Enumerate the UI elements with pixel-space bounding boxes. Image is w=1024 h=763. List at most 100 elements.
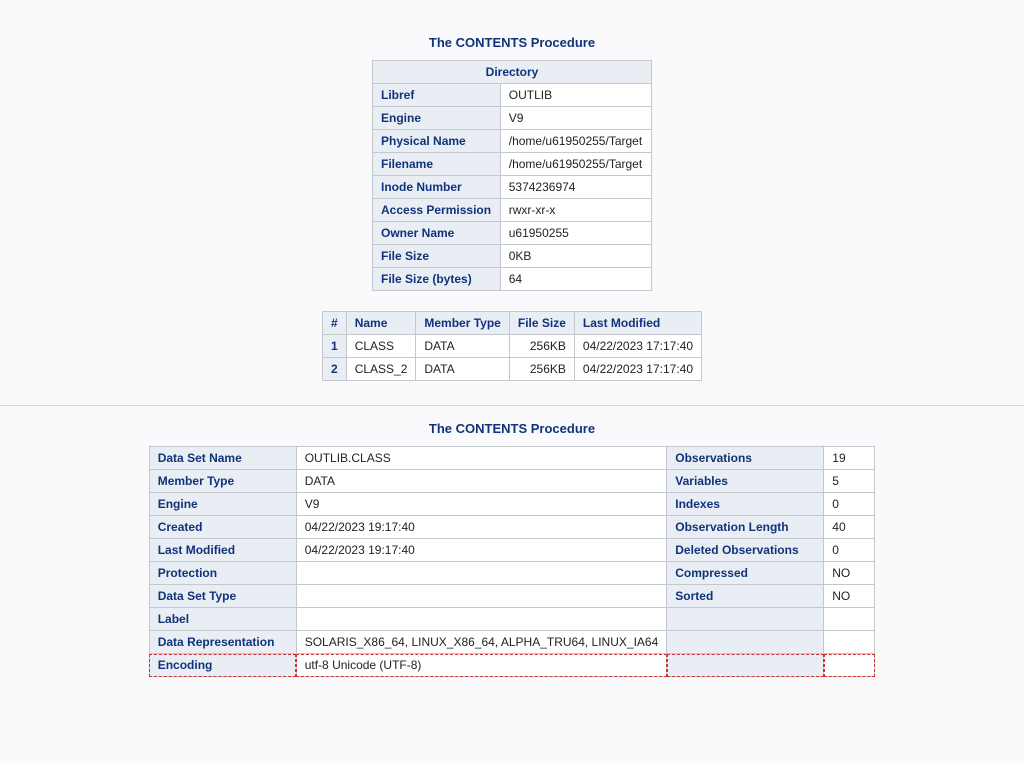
details-label-right: Sorted	[667, 585, 824, 608]
details-label-right: Indexes	[667, 493, 824, 516]
members-idx: 1	[323, 335, 347, 358]
members-table: # Name Member Type File Size Last Modifi…	[322, 311, 702, 381]
directory-row: File Size0KB	[373, 245, 652, 268]
directory-value: OUTLIB	[500, 84, 651, 107]
directory-row: LibrefOUTLIB	[373, 84, 652, 107]
directory-value: /home/u61950255/Target	[500, 153, 651, 176]
details-value-left: DATA	[296, 470, 667, 493]
details-label-left: Data Set Name	[149, 447, 296, 470]
details-value-left: 04/22/2023 19:17:40	[296, 516, 667, 539]
details-value-right: 0	[824, 539, 875, 562]
details-label-left: Created	[149, 516, 296, 539]
members-size: 256KB	[509, 335, 574, 358]
details-value-left: V9	[296, 493, 667, 516]
details-row: Created04/22/2023 19:17:40Observation Le…	[149, 516, 875, 539]
directory-label: File Size	[373, 245, 501, 268]
details-label-right	[667, 608, 824, 631]
col-idx: #	[323, 312, 347, 335]
directory-row: Filename/home/u61950255/Target	[373, 153, 652, 176]
details-label-right: Deleted Observations	[667, 539, 824, 562]
details-value-left: 04/22/2023 19:17:40	[296, 539, 667, 562]
members-modified: 04/22/2023 17:17:40	[574, 358, 701, 381]
section-divider	[0, 405, 1024, 406]
directory-label: Physical Name	[373, 130, 501, 153]
details-value-left	[296, 562, 667, 585]
details-label-left: Data Set Type	[149, 585, 296, 608]
members-modified: 04/22/2023 17:17:40	[574, 335, 701, 358]
directory-row: Inode Number5374236974	[373, 176, 652, 199]
details-row: EngineV9Indexes0	[149, 493, 875, 516]
page: The CONTENTS Procedure Directory LibrefO…	[0, 0, 1024, 727]
details-value-left: OUTLIB.CLASS	[296, 447, 667, 470]
details-value-right	[824, 631, 875, 654]
directory-value: V9	[500, 107, 651, 130]
details-label-right	[667, 631, 824, 654]
details-value-right: 0	[824, 493, 875, 516]
details-row: Last Modified04/22/2023 19:17:40Deleted …	[149, 539, 875, 562]
details-value-left: utf-8 Unicode (UTF-8)	[296, 654, 667, 677]
details-row: Encodingutf-8 Unicode (UTF-8)	[149, 654, 875, 677]
members-type: DATA	[416, 358, 509, 381]
details-label-right: Variables	[667, 470, 824, 493]
section2-title: The CONTENTS Procedure	[0, 421, 1024, 436]
directory-label: Libref	[373, 84, 501, 107]
directory-value: 64	[500, 268, 651, 291]
details-value-right	[824, 608, 875, 631]
directory-row: File Size (bytes)64	[373, 268, 652, 291]
details-label-left: Engine	[149, 493, 296, 516]
dataset-details-table: Data Set NameOUTLIB.CLASSObservations19M…	[149, 446, 876, 677]
details-label-right: Observation Length	[667, 516, 824, 539]
directory-row: Owner Nameu61950255	[373, 222, 652, 245]
details-label-right: Compressed	[667, 562, 824, 585]
members-size: 256KB	[509, 358, 574, 381]
details-row: Label	[149, 608, 875, 631]
details-label-left: Label	[149, 608, 296, 631]
details-value-left: SOLARIS_X86_64, LINUX_X86_64, ALPHA_TRU6…	[296, 631, 667, 654]
directory-row: EngineV9	[373, 107, 652, 130]
details-value-right	[824, 654, 875, 677]
members-name: CLASS_2	[346, 358, 416, 381]
details-value-right: 40	[824, 516, 875, 539]
members-type: DATA	[416, 335, 509, 358]
details-label-right	[667, 654, 824, 677]
directory-label: Access Permission	[373, 199, 501, 222]
details-value-left	[296, 608, 667, 631]
details-row: Data Set Type SortedNO	[149, 585, 875, 608]
members-name: CLASS	[346, 335, 416, 358]
directory-table: Directory LibrefOUTLIBEngineV9Physical N…	[372, 60, 652, 291]
details-label-left: Member Type	[149, 470, 296, 493]
directory-label: Inode Number	[373, 176, 501, 199]
details-label-left: Data Representation	[149, 631, 296, 654]
directory-value: rwxr-xr-x	[500, 199, 651, 222]
details-row: Member TypeDATAVariables5	[149, 470, 875, 493]
directory-label: Filename	[373, 153, 501, 176]
details-value-right: NO	[824, 585, 875, 608]
section1-title: The CONTENTS Procedure	[0, 35, 1024, 50]
details-label-left: Protection	[149, 562, 296, 585]
col-size: File Size	[509, 312, 574, 335]
members-row: 1CLASSDATA256KB04/22/2023 17:17:40	[323, 335, 702, 358]
directory-value: 0KB	[500, 245, 651, 268]
details-row: Data RepresentationSOLARIS_X86_64, LINUX…	[149, 631, 875, 654]
details-value-right: 5	[824, 470, 875, 493]
directory-value: /home/u61950255/Target	[500, 130, 651, 153]
details-label-right: Observations	[667, 447, 824, 470]
directory-value: 5374236974	[500, 176, 651, 199]
directory-header: Directory	[373, 61, 652, 84]
directory-row: Physical Name/home/u61950255/Target	[373, 130, 652, 153]
col-type: Member Type	[416, 312, 509, 335]
col-modified: Last Modified	[574, 312, 701, 335]
directory-row: Access Permissionrwxr-xr-x	[373, 199, 652, 222]
details-label-left: Encoding	[149, 654, 296, 677]
details-value-right: NO	[824, 562, 875, 585]
details-value-right: 19	[824, 447, 875, 470]
directory-label: File Size (bytes)	[373, 268, 501, 291]
details-value-left	[296, 585, 667, 608]
members-row: 2CLASS_2DATA256KB04/22/2023 17:17:40	[323, 358, 702, 381]
members-idx: 2	[323, 358, 347, 381]
details-label-left: Last Modified	[149, 539, 296, 562]
details-row: Data Set NameOUTLIB.CLASSObservations19	[149, 447, 875, 470]
directory-value: u61950255	[500, 222, 651, 245]
details-row: Protection CompressedNO	[149, 562, 875, 585]
directory-label: Engine	[373, 107, 501, 130]
